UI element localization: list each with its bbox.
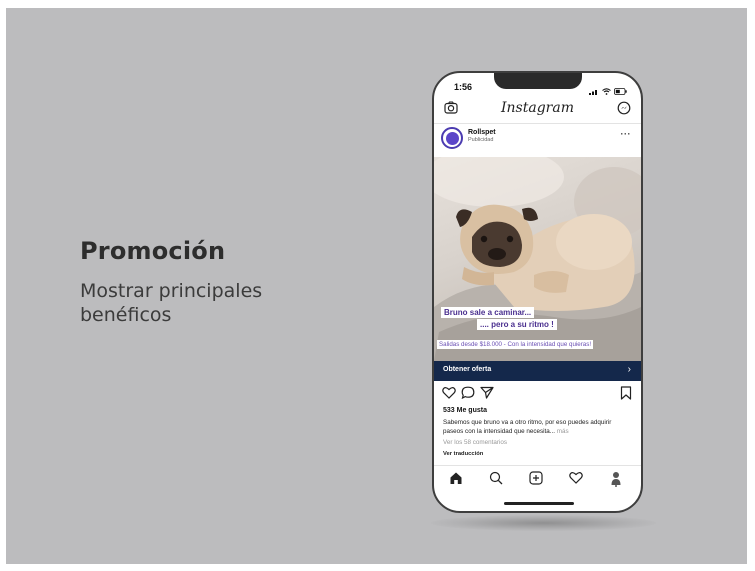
description-text: Sabemos que bruno va a otro ritmo, por e… bbox=[443, 419, 612, 435]
account-name[interactable]: Rollspet bbox=[468, 129, 496, 136]
likes-count[interactable]: 533 Me gusta bbox=[443, 407, 487, 414]
post-description: Sabemos que bruno va a otro ritmo, por e… bbox=[443, 419, 633, 436]
tabbar-divider bbox=[434, 465, 641, 466]
comment-icon[interactable] bbox=[461, 386, 475, 404]
more-link[interactable]: más bbox=[557, 428, 569, 435]
view-comments-link[interactable]: Ver los 58 comentarios bbox=[443, 439, 507, 446]
pug-photo bbox=[434, 157, 641, 361]
post-actions bbox=[434, 386, 641, 404]
bottom-tab-bar bbox=[434, 469, 641, 491]
instagram-header: Instagram bbox=[434, 97, 641, 121]
profile-icon[interactable] bbox=[610, 471, 622, 492]
bookmark-icon[interactable] bbox=[620, 386, 632, 405]
phone-mockup: 1:56 Instagram Rollspet Publicidad ··· B… bbox=[432, 71, 643, 513]
cta-bar[interactable]: Obtener oferta › bbox=[434, 361, 641, 381]
image-caption-line2: .... pero a su ritmo ! bbox=[477, 319, 557, 330]
chevron-right-icon[interactable]: › bbox=[628, 364, 631, 375]
heart-icon[interactable] bbox=[442, 386, 456, 404]
slide-title: Promoción bbox=[80, 237, 226, 265]
phone-shadow bbox=[431, 515, 656, 531]
post-header: Rollspet Publicidad ··· bbox=[434, 125, 641, 155]
home-icon[interactable] bbox=[449, 471, 463, 490]
search-icon[interactable] bbox=[489, 471, 503, 490]
image-caption-line3: Salidas desde $18.000 - Con la intensida… bbox=[437, 340, 594, 349]
app-logo: Instagram bbox=[501, 100, 574, 116]
activity-icon[interactable] bbox=[569, 471, 583, 489]
phone-notch bbox=[494, 73, 582, 89]
status-time: 1:56 bbox=[454, 82, 473, 92]
home-indicator bbox=[504, 502, 574, 505]
header-divider bbox=[434, 123, 641, 124]
see-translation-link[interactable]: Ver traducción bbox=[443, 451, 483, 457]
share-icon[interactable] bbox=[480, 386, 494, 404]
sponsored-label: Publicidad bbox=[468, 137, 494, 143]
avatar[interactable] bbox=[441, 127, 463, 149]
slide-subtitle: Mostrar principales benéficos bbox=[80, 280, 263, 326]
messenger-icon[interactable] bbox=[617, 101, 631, 120]
image-caption-line1: Bruno sale a caminar... bbox=[441, 307, 535, 318]
post-image: Bruno sale a caminar... .... pero a su r… bbox=[434, 157, 641, 361]
cta-label[interactable]: Obtener oferta bbox=[443, 366, 491, 373]
add-icon[interactable] bbox=[529, 471, 543, 490]
more-options-icon[interactable]: ··· bbox=[621, 129, 632, 139]
